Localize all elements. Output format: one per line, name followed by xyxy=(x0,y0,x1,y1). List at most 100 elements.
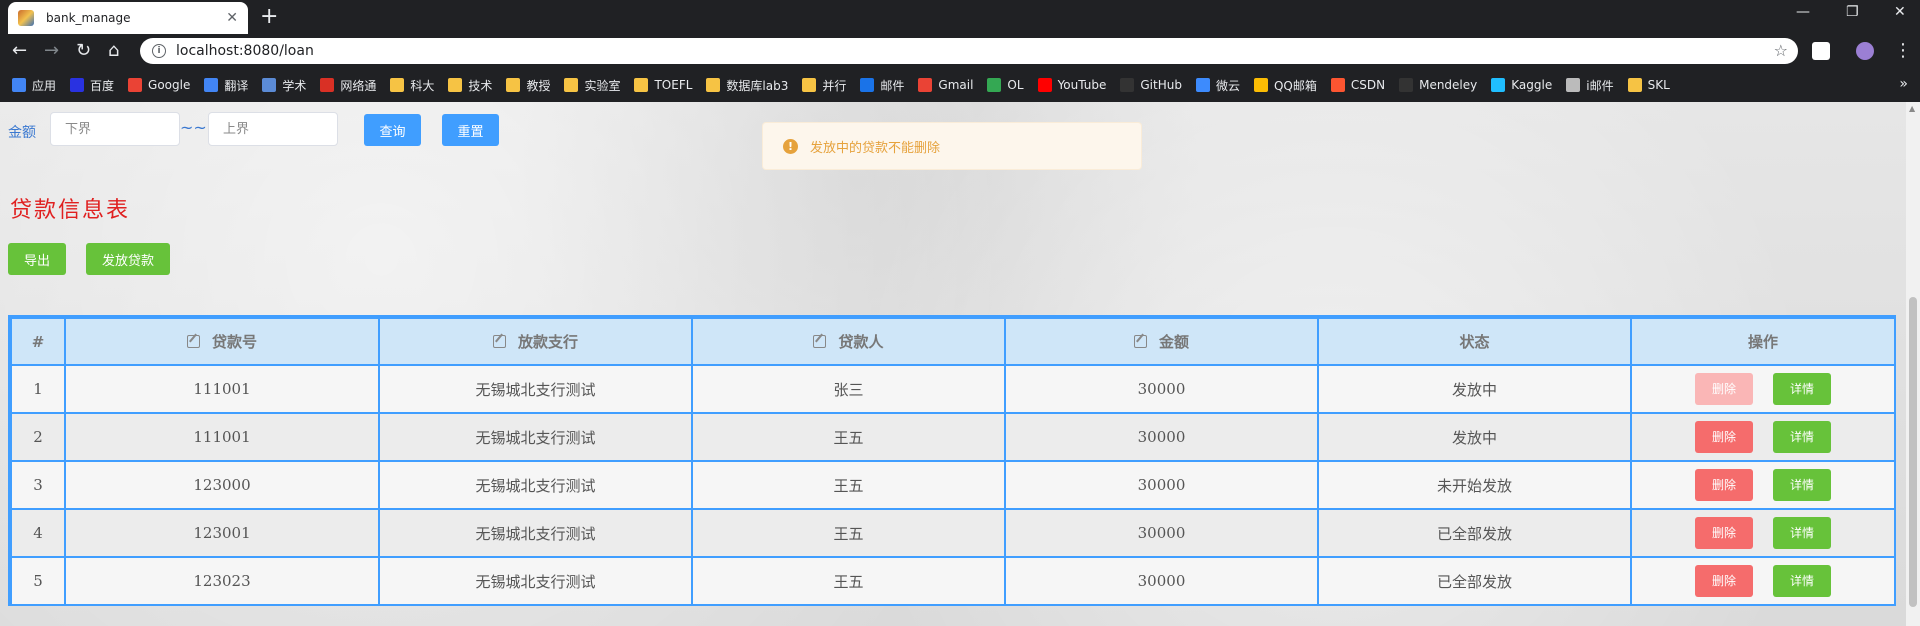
cell-loan-id: 123000 xyxy=(64,460,380,510)
bookmark-item[interactable]: 实验室 xyxy=(564,77,620,94)
header-status: 状态 xyxy=(1317,317,1632,366)
bookmark-item[interactable]: 百度 xyxy=(70,77,114,94)
extension-icon[interactable] xyxy=(1812,42,1830,60)
header-branch[interactable]: 放款支行 xyxy=(378,317,693,366)
bookmark-item[interactable]: OL xyxy=(987,78,1024,92)
issue-loan-button[interactable]: 发放贷款 xyxy=(86,243,170,275)
address-bar[interactable]: i localhost:8080/loan ☆ xyxy=(140,38,1798,64)
bookmark-item[interactable]: 网络通 xyxy=(320,77,376,94)
bookmark-item[interactable]: i邮件 xyxy=(1566,77,1614,94)
bookmark-icon xyxy=(1120,78,1135,92)
cell-operations: 删除 详情 xyxy=(1630,412,1896,462)
reload-icon[interactable]: ↻ xyxy=(76,40,91,62)
bookmark-item[interactable]: 应用 xyxy=(12,77,56,94)
bookmark-label: GitHub xyxy=(1140,78,1182,92)
table-row: 3 123000 无锡城北支行测试 王五 30000 未开始发放 删除 详情 xyxy=(10,460,1896,510)
detail-button[interactable]: 详情 xyxy=(1773,421,1831,453)
edit-icon xyxy=(813,335,827,348)
bookmark-label: i邮件 xyxy=(1586,78,1614,93)
bookmark-item[interactable]: TOEFL xyxy=(634,78,692,92)
bookmark-label: 翻译 xyxy=(224,78,249,93)
scroll-up-icon[interactable]: ▲ xyxy=(1909,104,1915,113)
bookmark-icon xyxy=(262,78,277,92)
cell-borrower: 王五 xyxy=(691,508,1006,558)
bookmark-item[interactable]: QQ邮箱 xyxy=(1253,77,1317,94)
delete-button[interactable]: 删除 xyxy=(1695,565,1753,597)
bookmark-label: 并行 xyxy=(822,78,847,93)
home-icon[interactable]: ⌂ xyxy=(108,40,119,62)
forward-icon[interactable]: → xyxy=(44,40,59,62)
browser-tab[interactable]: bank_manage ✕ xyxy=(8,2,248,34)
bookmark-item[interactable]: 科大 xyxy=(390,77,434,94)
query-button[interactable]: 查询 xyxy=(364,114,421,146)
delete-button[interactable]: 删除 xyxy=(1695,421,1753,453)
back-icon[interactable]: ← xyxy=(12,40,27,62)
bookmark-star-icon[interactable]: ☆ xyxy=(1774,41,1788,60)
cell-borrower: 张三 xyxy=(691,364,1006,414)
header-borrower[interactable]: 贷款人 xyxy=(691,317,1006,366)
close-tab-icon[interactable]: ✕ xyxy=(226,10,238,26)
bookmark-item[interactable]: Kaggle xyxy=(1491,78,1552,92)
bookmark-item[interactable]: YouTube xyxy=(1037,78,1106,92)
bookmark-label: 百度 xyxy=(90,78,115,93)
bookmark-item[interactable]: 翻译 xyxy=(204,77,248,94)
bookmarks-more-icon[interactable]: » xyxy=(1899,76,1908,92)
bookmark-item[interactable]: Mendeley xyxy=(1399,78,1477,92)
bookmark-label: TOEFL xyxy=(654,78,693,92)
info-icon[interactable]: i xyxy=(152,44,166,58)
header-amount[interactable]: 金额 xyxy=(1004,317,1319,366)
bookmark-item[interactable]: CSDN xyxy=(1330,78,1386,92)
vertical-scrollbar[interactable]: ▲ xyxy=(1906,102,1920,626)
bookmark-item[interactable]: Gmail xyxy=(918,78,973,92)
warning-alert: ! 发放中的贷款不能删除 xyxy=(762,122,1142,170)
delete-button[interactable]: 删除 xyxy=(1695,373,1753,405)
cell-loan-id: 123001 xyxy=(64,508,380,558)
detail-button[interactable]: 详情 xyxy=(1773,565,1831,597)
profile-avatar-icon[interactable] xyxy=(1856,42,1874,60)
header-loan-id[interactable]: 贷款号 xyxy=(64,317,380,366)
bookmark-item[interactable]: GitHub xyxy=(1120,78,1182,92)
cell-status: 未开始发放 xyxy=(1317,460,1632,510)
delete-button[interactable]: 删除 xyxy=(1695,517,1753,549)
detail-button[interactable]: 详情 xyxy=(1773,373,1831,405)
bookmark-icon xyxy=(204,78,219,92)
new-tab-icon[interactable]: + xyxy=(260,6,278,28)
bookmark-item[interactable]: Google xyxy=(128,78,190,92)
bookmark-label: 应用 xyxy=(32,78,57,93)
amount-upper-input[interactable] xyxy=(208,112,338,146)
cell-status: 已全部发放 xyxy=(1317,508,1632,558)
bookmark-icon xyxy=(1627,78,1642,92)
delete-button[interactable]: 删除 xyxy=(1695,469,1753,501)
tab-title: bank_manage xyxy=(46,11,131,25)
export-button[interactable]: 导出 xyxy=(8,243,66,275)
bookmark-item[interactable]: 数据库lab3 xyxy=(706,77,788,94)
bookmark-label: 实验室 xyxy=(584,78,621,93)
detail-button[interactable]: 详情 xyxy=(1773,517,1831,549)
bookmark-item[interactable]: 微云 xyxy=(1195,77,1240,94)
bookmark-icon xyxy=(1566,78,1581,92)
bookmark-item[interactable]: 并行 xyxy=(802,77,846,94)
bookmark-label: SKL xyxy=(1647,78,1670,92)
bookmark-item[interactable]: 邮件 xyxy=(860,77,904,94)
scrollbar-thumb[interactable] xyxy=(1909,297,1917,607)
url-text: localhost:8080/loan xyxy=(176,43,314,59)
menu-kebab-icon[interactable]: ⋮ xyxy=(1894,40,1912,62)
bookmark-icon xyxy=(987,78,1002,92)
bookmark-label: CSDN xyxy=(1350,78,1386,92)
reset-button[interactable]: 重置 xyxy=(442,114,499,146)
cell-amount: 30000 xyxy=(1004,556,1319,606)
bookmark-label: QQ邮箱 xyxy=(1273,78,1317,93)
bookmark-item[interactable]: 技术 xyxy=(448,77,492,94)
section-title: 贷款信息表 xyxy=(10,198,131,223)
detail-button[interactable]: 详情 xyxy=(1773,469,1831,501)
bookmark-item[interactable]: SKL xyxy=(1627,78,1670,92)
bookmark-item[interactable]: 教授 xyxy=(506,77,550,94)
bookmark-icon xyxy=(448,78,463,92)
cell-loan-id: 111001 xyxy=(64,412,380,462)
bookmark-item[interactable]: 学术 xyxy=(262,77,306,94)
restore-icon[interactable]: ❐ xyxy=(1846,4,1859,20)
close-window-icon[interactable]: ✕ xyxy=(1894,4,1906,20)
amount-lower-input[interactable] xyxy=(50,112,180,146)
minimize-icon[interactable]: — xyxy=(1796,4,1810,20)
edit-icon xyxy=(492,335,506,348)
